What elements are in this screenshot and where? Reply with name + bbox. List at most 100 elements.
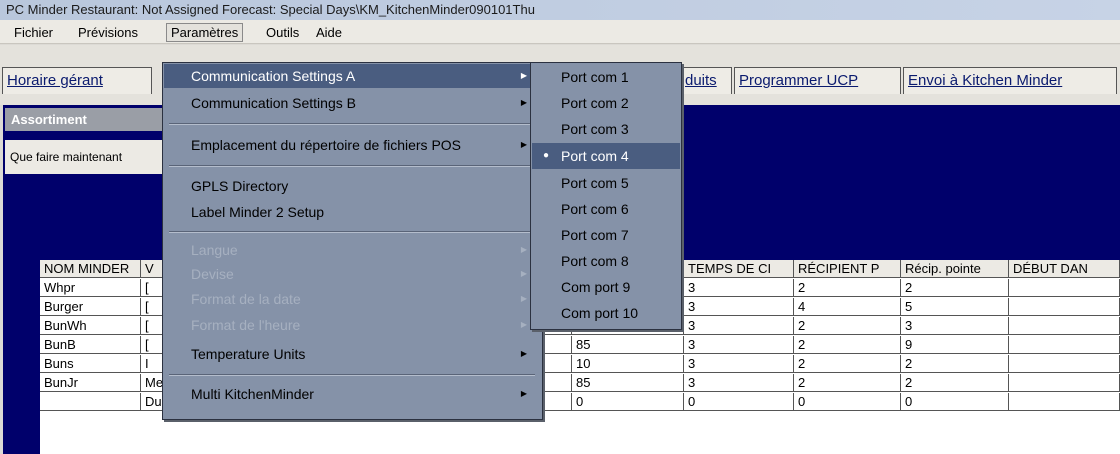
grid-cell[interactable]: 2 [794, 374, 901, 392]
grid-cell[interactable]: 9 [901, 336, 1009, 354]
submenu-arrow-icon: ▶ [520, 320, 527, 329]
grid-cell[interactable] [40, 393, 141, 411]
column-header: TEMPS DE CI [684, 260, 794, 278]
submenu-item-com-port-9[interactable]: Com port 9 [532, 274, 680, 300]
grid-cell[interactable]: 2 [794, 317, 901, 335]
grid-cell[interactable]: 0 [572, 393, 684, 411]
grid-cell[interactable]: 2 [901, 355, 1009, 373]
grid-cell[interactable] [1009, 374, 1120, 392]
submenu-item-label: Port com 4 [561, 148, 629, 164]
grid-cell[interactable]: Whpr [40, 279, 141, 297]
submenu-item-port-com-3[interactable]: Port com 3 [532, 116, 680, 142]
grid-cell[interactable]: 3 [684, 374, 794, 392]
menu-separator [169, 123, 535, 125]
panel-title: Assortiment [5, 108, 165, 131]
menu-item-gpls-directory[interactable]: GPLS Directory [164, 174, 541, 198]
tab-programmer-ucp[interactable]: Programmer UCP [734, 67, 901, 94]
grid-cell[interactable]: 0 [794, 393, 901, 411]
submenu-item-com-port-10[interactable]: Com port 10 [532, 300, 680, 326]
menu-item-format-date: Format de la date ▶ [164, 287, 541, 311]
submenu-item-port-com-2[interactable]: Port com 2 [532, 90, 680, 116]
submenu-arrow-icon: ▶ [520, 71, 527, 80]
menu-outils[interactable]: Outils [262, 23, 303, 42]
menu-item-label: Communication Settings B [191, 95, 356, 111]
grid-cell[interactable] [1009, 393, 1120, 411]
menu-item-label: Format de la date [191, 291, 301, 307]
submenu-item-port-com-6[interactable]: Port com 6 [532, 196, 680, 222]
menu-item-label: Devise [191, 266, 234, 282]
menu-item-langue: Langue ▶ [164, 238, 541, 262]
grid-cell[interactable]: Burger [40, 298, 141, 316]
tab-horaire-gerant[interactable]: Horaire gérant [2, 67, 152, 94]
menu-item-multi-kitchenminder[interactable]: Multi KitchenMinder ▶ [164, 382, 541, 406]
submenu-arrow-icon: ▶ [520, 245, 527, 254]
menu-bar: Fichier Prévisions Paramètres Outils Aid… [0, 20, 1120, 44]
menu-item-communication-settings-a[interactable]: Communication Settings A ▶ [164, 64, 541, 88]
menu-item-communication-settings-b[interactable]: Communication Settings B ▶ [164, 91, 541, 115]
menu-previsions[interactable]: Prévisions [74, 23, 142, 42]
grid-cell[interactable]: BunB [40, 336, 141, 354]
parametres-dropdown: Communication Settings A ▶ Communication … [162, 62, 543, 420]
column-header: Récip. pointe [901, 260, 1009, 278]
grid-cell[interactable]: 0 [684, 393, 794, 411]
grid-cell[interactable]: 3 [684, 298, 794, 316]
grid-cell[interactable]: 85 [572, 374, 684, 392]
grid-cell[interactable] [1009, 336, 1120, 354]
menu-separator [169, 374, 535, 376]
menu-item-label: Label Minder 2 Setup [191, 204, 325, 220]
next-step-prompt[interactable]: Que faire maintenant [5, 140, 165, 174]
grid-cell[interactable]: 3 [684, 355, 794, 373]
tab-envoi-kitchen-minder[interactable]: Envoi à Kitchen Minder [903, 67, 1117, 94]
grid-cell[interactable]: 10 [572, 355, 684, 373]
menu-separator [169, 231, 535, 233]
submenu-arrow-icon: ▶ [520, 269, 527, 278]
menu-item-pos-directory[interactable]: Emplacement du répertoire de fichiers PO… [164, 133, 541, 157]
grid-cell[interactable]: 3 [901, 317, 1009, 335]
grid-cell[interactable] [1009, 355, 1120, 373]
grid-cell[interactable]: BunWh [40, 317, 141, 335]
submenu-item-port-com-5[interactable]: Port com 5 [532, 170, 680, 196]
submenu-item-port-com-4[interactable]: ● Port com 4 [532, 143, 680, 169]
grid-cell[interactable]: 2 [901, 279, 1009, 297]
menu-item-label: Emplacement du répertoire de fichiers PO… [191, 137, 462, 153]
grid-cell[interactable]: 2 [901, 374, 1009, 392]
menu-fichier[interactable]: Fichier [10, 23, 57, 42]
grid-cell[interactable]: 0 [901, 393, 1009, 411]
menu-parametres[interactable]: Paramètres [166, 23, 244, 42]
grid-cell[interactable] [1009, 317, 1120, 335]
tab-produits[interactable]: duits [680, 67, 732, 94]
grid-cell[interactable]: 3 [684, 317, 794, 335]
grid-cell[interactable]: 4 [794, 298, 901, 316]
grid-cell[interactable] [1009, 298, 1120, 316]
column-header: RÉCIPIENT P [794, 260, 901, 278]
menu-item-label: Format de l'heure [191, 317, 301, 333]
submenu-item-port-com-1[interactable]: Port com 1 [532, 64, 680, 90]
submenu-arrow-icon: ▶ [520, 389, 527, 398]
submenu-arrow-icon: ▶ [520, 349, 527, 358]
menu-item-temperature-units[interactable]: Temperature Units ▶ [164, 342, 541, 366]
window-title: PC Minder Restaurant: Not Assigned Forec… [0, 0, 1120, 20]
grid-cell[interactable] [1009, 279, 1120, 297]
menu-item-label-minder-setup[interactable]: Label Minder 2 Setup [164, 200, 541, 224]
column-header: DÉBUT DAN [1009, 260, 1120, 278]
submenu-arrow-icon: ▶ [520, 140, 527, 149]
grid-cell[interactable]: 2 [794, 279, 901, 297]
submenu-item-port-com-7[interactable]: Port com 7 [532, 222, 680, 248]
grid-cell[interactable]: 2 [794, 336, 901, 354]
menu-item-format-heure: Format de l'heure ▶ [164, 313, 541, 337]
grid-cell[interactable]: 85 [572, 336, 684, 354]
grid-cell[interactable]: 5 [901, 298, 1009, 316]
submenu-item-port-com-8[interactable]: Port com 8 [532, 248, 680, 274]
grid-cell[interactable]: BunJr [40, 374, 141, 392]
grid-cell[interactable]: 3 [684, 336, 794, 354]
menu-item-label: Multi KitchenMinder [191, 386, 314, 402]
menu-item-label: Langue [191, 242, 238, 258]
menu-separator [169, 165, 535, 167]
radio-dot-icon: ● [543, 150, 550, 161]
menu-aide[interactable]: Aide [312, 23, 346, 42]
grid-cell[interactable]: 3 [684, 279, 794, 297]
menu-item-devise: Devise ▶ [164, 262, 541, 286]
menu-item-label: GPLS Directory [191, 178, 289, 194]
grid-cell[interactable]: 2 [794, 355, 901, 373]
grid-cell[interactable]: Buns [40, 355, 141, 373]
